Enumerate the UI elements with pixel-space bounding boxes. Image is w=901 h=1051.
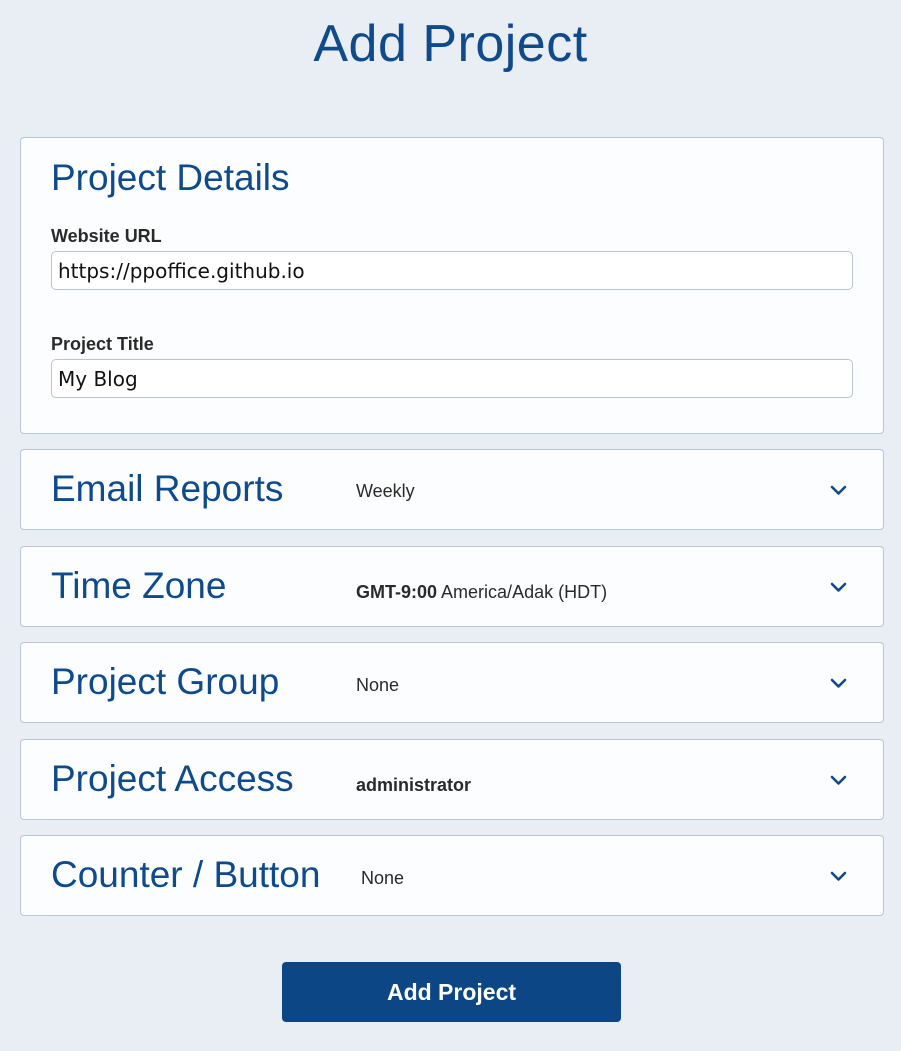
project-title-label: Project Title <box>51 334 154 354</box>
project-details-card: Project Details Website URL Project Titl… <box>20 137 884 434</box>
project-title-input[interactable] <box>51 359 853 398</box>
email-reports-section[interactable]: Email Reports Weekly <box>20 449 884 530</box>
chevron-down-icon[interactable] <box>830 675 847 692</box>
project-details-title: Project Details <box>51 157 290 198</box>
project-access-value: administrator <box>356 775 471 796</box>
project-access-title: Project Access <box>51 758 294 799</box>
project-group-value: None <box>356 675 400 695</box>
email-reports-value: Weekly <box>356 481 415 501</box>
chevron-down-icon[interactable] <box>830 772 847 789</box>
time-zone-section[interactable]: Time Zone GMT-9:00 America/Adak (HDT) <box>20 546 884 627</box>
chevron-down-icon[interactable] <box>830 868 847 885</box>
time-zone-offset: GMT-9:00 <box>356 582 438 602</box>
chevron-down-icon[interactable] <box>830 482 847 499</box>
website-url-input[interactable] <box>51 251 853 290</box>
time-zone-title: Time Zone <box>51 565 227 606</box>
time-zone-name: America/Adak (HDT) <box>441 582 608 602</box>
project-access-section[interactable]: Project Access administrator <box>20 739 884 820</box>
email-reports-title: Email Reports <box>51 468 284 509</box>
time-zone-value: GMT-9:00 America/Adak (HDT) <box>356 582 607 603</box>
project-access-role: administrator <box>356 775 472 795</box>
project-group-section[interactable]: Project Group None <box>20 642 884 723</box>
counter-button-value: None <box>361 868 405 888</box>
counter-button-section[interactable]: Counter / Button None <box>20 835 884 916</box>
project-group-title: Project Group <box>51 661 280 702</box>
chevron-down-icon[interactable] <box>830 579 847 596</box>
page-title: Add Project <box>313 15 588 73</box>
counter-button-title: Counter / Button <box>51 854 321 895</box>
add-project-button[interactable]: Add Project <box>282 962 621 1022</box>
website-url-label: Website URL <box>51 226 162 246</box>
